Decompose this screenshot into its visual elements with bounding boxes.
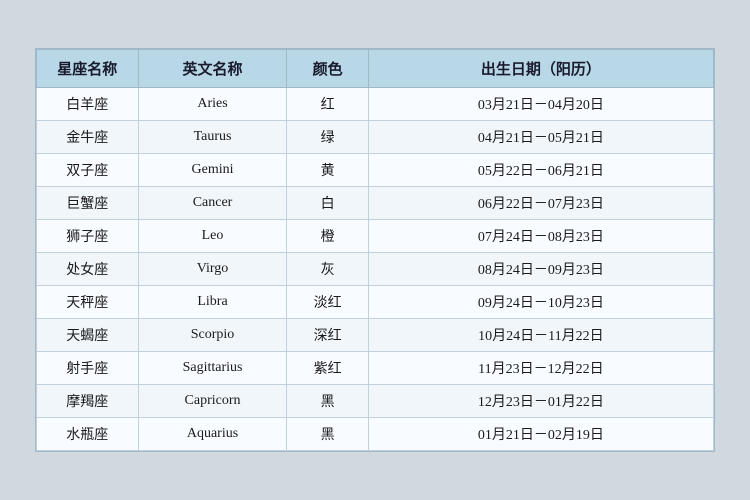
table-body: 白羊座Aries红03月21日－04月20日金牛座Taurus绿04月21日－0… xyxy=(37,88,714,451)
cell-3-0: 巨蟹座 xyxy=(37,187,139,220)
zodiac-table: 星座名称 英文名称 颜色 出生日期（阳历） 白羊座Aries红03月21日－04… xyxy=(36,49,714,451)
cell-0-1: Aries xyxy=(138,88,287,121)
cell-9-0: 摩羯座 xyxy=(37,385,139,418)
cell-3-2: 白 xyxy=(287,187,368,220)
cell-10-0: 水瓶座 xyxy=(37,418,139,451)
table-row: 射手座Sagittarius紫红11月23日－12月22日 xyxy=(37,352,714,385)
cell-6-3: 09月24日－10月23日 xyxy=(368,286,713,319)
cell-8-2: 紫红 xyxy=(287,352,368,385)
cell-10-1: Aquarius xyxy=(138,418,287,451)
cell-1-3: 04月21日－05月21日 xyxy=(368,121,713,154)
cell-4-0: 狮子座 xyxy=(37,220,139,253)
cell-8-3: 11月23日－12月22日 xyxy=(368,352,713,385)
table-row: 巨蟹座Cancer白06月22日－07月23日 xyxy=(37,187,714,220)
cell-6-1: Libra xyxy=(138,286,287,319)
table-row: 双子座Gemini黄05月22日－06月21日 xyxy=(37,154,714,187)
cell-3-3: 06月22日－07月23日 xyxy=(368,187,713,220)
cell-9-1: Capricorn xyxy=(138,385,287,418)
table-row: 狮子座Leo橙07月24日－08月23日 xyxy=(37,220,714,253)
cell-2-2: 黄 xyxy=(287,154,368,187)
table-row: 天秤座Libra淡红09月24日－10月23日 xyxy=(37,286,714,319)
cell-4-3: 07月24日－08月23日 xyxy=(368,220,713,253)
cell-8-1: Sagittarius xyxy=(138,352,287,385)
table-header-row: 星座名称 英文名称 颜色 出生日期（阳历） xyxy=(37,50,714,88)
cell-10-3: 01月21日－02月19日 xyxy=(368,418,713,451)
table-row: 金牛座Taurus绿04月21日－05月21日 xyxy=(37,121,714,154)
cell-4-1: Leo xyxy=(138,220,287,253)
cell-5-2: 灰 xyxy=(287,253,368,286)
cell-2-1: Gemini xyxy=(138,154,287,187)
cell-7-2: 深红 xyxy=(287,319,368,352)
cell-7-1: Scorpio xyxy=(138,319,287,352)
header-zh: 星座名称 xyxy=(37,50,139,88)
cell-6-0: 天秤座 xyxy=(37,286,139,319)
cell-9-3: 12月23日－01月22日 xyxy=(368,385,713,418)
header-color: 颜色 xyxy=(287,50,368,88)
table-row: 摩羯座Capricorn黑12月23日－01月22日 xyxy=(37,385,714,418)
cell-2-0: 双子座 xyxy=(37,154,139,187)
cell-7-0: 天蝎座 xyxy=(37,319,139,352)
cell-0-0: 白羊座 xyxy=(37,88,139,121)
header-en: 英文名称 xyxy=(138,50,287,88)
cell-3-1: Cancer xyxy=(138,187,287,220)
cell-1-2: 绿 xyxy=(287,121,368,154)
cell-9-2: 黑 xyxy=(287,385,368,418)
cell-5-3: 08月24日－09月23日 xyxy=(368,253,713,286)
cell-4-2: 橙 xyxy=(287,220,368,253)
cell-1-1: Taurus xyxy=(138,121,287,154)
cell-0-2: 红 xyxy=(287,88,368,121)
cell-8-0: 射手座 xyxy=(37,352,139,385)
cell-2-3: 05月22日－06月21日 xyxy=(368,154,713,187)
cell-6-2: 淡红 xyxy=(287,286,368,319)
table-row: 白羊座Aries红03月21日－04月20日 xyxy=(37,88,714,121)
header-date: 出生日期（阳历） xyxy=(368,50,713,88)
cell-5-0: 处女座 xyxy=(37,253,139,286)
zodiac-table-container: 星座名称 英文名称 颜色 出生日期（阳历） 白羊座Aries红03月21日－04… xyxy=(35,48,715,452)
table-row: 处女座Virgo灰08月24日－09月23日 xyxy=(37,253,714,286)
cell-5-1: Virgo xyxy=(138,253,287,286)
cell-7-3: 10月24日－11月22日 xyxy=(368,319,713,352)
table-row: 水瓶座Aquarius黑01月21日－02月19日 xyxy=(37,418,714,451)
cell-1-0: 金牛座 xyxy=(37,121,139,154)
cell-0-3: 03月21日－04月20日 xyxy=(368,88,713,121)
table-row: 天蝎座Scorpio深红10月24日－11月22日 xyxy=(37,319,714,352)
cell-10-2: 黑 xyxy=(287,418,368,451)
